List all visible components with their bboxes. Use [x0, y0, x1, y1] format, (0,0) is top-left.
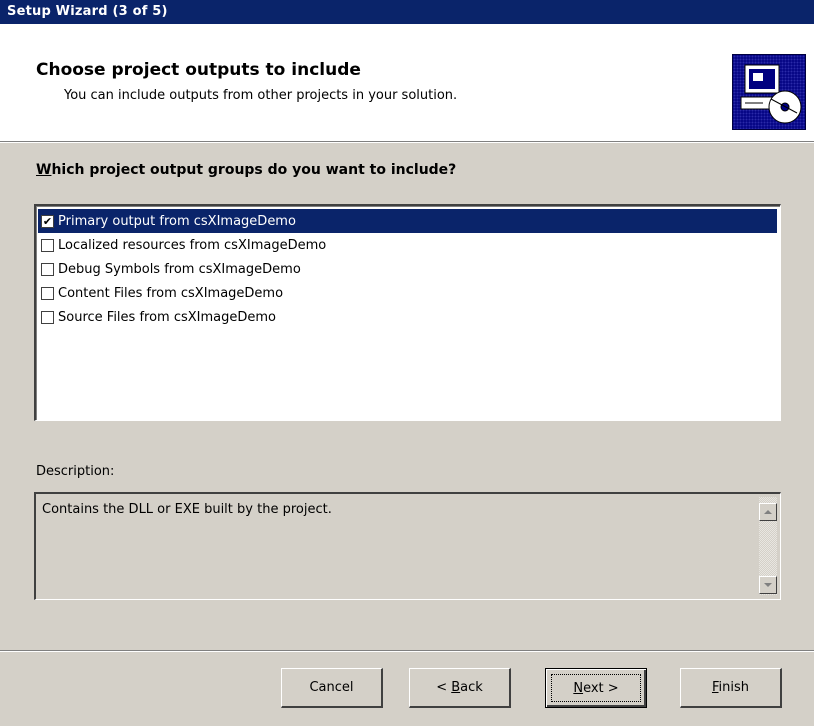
finish-button-label: Finish — [712, 680, 749, 695]
arrow-up-icon — [764, 510, 772, 514]
computer-cd-icon — [732, 54, 806, 130]
list-item-label: Content Files from csXImageDemo — [58, 285, 284, 301]
next-rest: ext > — [583, 680, 619, 696]
checkbox[interactable] — [41, 238, 54, 252]
checkbox[interactable] — [41, 310, 54, 324]
window-title: Setup Wizard (3 of 5) — [0, 0, 814, 24]
back-button-label: < Back — [436, 680, 483, 695]
list-item-label: Source Files from csXImageDemo — [58, 309, 276, 325]
page-title: Choose project outputs to include — [36, 60, 361, 80]
list-item-label: Primary output from csXImageDemo — [58, 213, 296, 229]
finish-rest: inish — [718, 680, 750, 695]
checkbox[interactable] — [41, 286, 54, 300]
description-scrollbar[interactable] — [759, 497, 777, 595]
description-label: Description: — [36, 464, 115, 479]
description-box[interactable]: Contains the DLL or EXE built by the pro… — [34, 492, 781, 600]
list-item-primary-output[interactable]: ✔ Primary output from csXImageDemo — [38, 209, 777, 233]
list-item-localized-resources[interactable]: Localized resources from csXImageDemo — [38, 233, 777, 257]
list-item-source-files[interactable]: Source Files from csXImageDemo — [38, 305, 777, 329]
checkbox[interactable]: ✔ — [41, 214, 54, 228]
question-label: Which project output groups do you want … — [36, 162, 456, 178]
checkbox[interactable] — [41, 262, 54, 276]
cancel-button[interactable]: Cancel — [281, 668, 383, 708]
description-text: Contains the DLL or EXE built by the pro… — [42, 502, 332, 517]
back-button[interactable]: < Back — [409, 668, 511, 708]
next-accel: N — [573, 680, 584, 696]
list-item-debug-symbols[interactable]: Debug Symbols from csXImageDemo — [38, 257, 777, 281]
arrow-down-icon — [764, 583, 772, 587]
output-groups-list[interactable]: ✔ Primary output from csXImageDemo Local… — [34, 204, 781, 421]
next-button-label: Next > — [573, 681, 618, 696]
page-subtitle: You can include outputs from other proje… — [64, 88, 458, 103]
list-item-content-files[interactable]: Content Files from csXImageDemo — [38, 281, 777, 305]
next-button[interactable]: Next > — [545, 668, 647, 708]
question-accel: W — [36, 162, 52, 178]
cancel-button-label: Cancel — [309, 680, 354, 695]
list-item-label: Localized resources from csXImageDemo — [58, 237, 327, 253]
back-accel: B — [451, 680, 461, 695]
list-item-label: Debug Symbols from csXImageDemo — [58, 261, 301, 277]
finish-button[interactable]: Finish — [680, 668, 782, 708]
footer-separator — [0, 650, 814, 652]
scroll-up-button[interactable] — [759, 503, 777, 521]
back-prefix: < — [436, 680, 452, 695]
question-text: hich project output groups do you want t… — [51, 162, 457, 178]
scroll-down-button[interactable] — [759, 576, 777, 594]
wizard-header: Choose project outputs to include You ca… — [0, 24, 814, 143]
back-rest: ack — [460, 680, 483, 695]
